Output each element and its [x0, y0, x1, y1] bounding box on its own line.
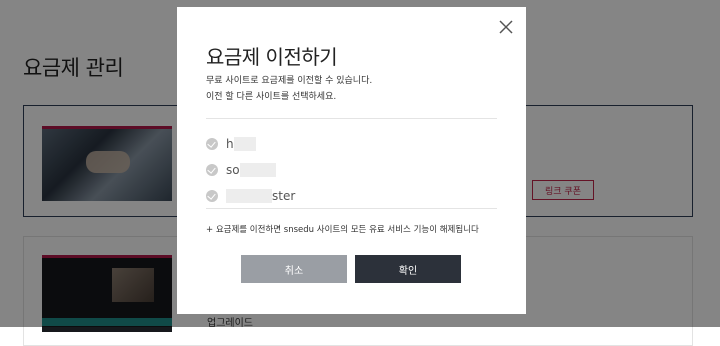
redacted-text — [226, 189, 272, 203]
redacted-text — [233, 137, 256, 151]
modal-description: 무료 사이트로 요금제를 이전할 수 있습니다. 이전 할 다른 사이트를 선택… — [206, 73, 372, 105]
check-circle-icon — [206, 190, 218, 202]
modal-title: 요금제 이전하기 — [206, 45, 338, 69]
divider — [206, 118, 497, 119]
divider — [206, 208, 497, 209]
site-option-label: so — [226, 163, 240, 177]
site-option[interactable]: so — [206, 157, 295, 183]
transfer-notice: + 요금제를 이전하면 snsedu 사이트의 모든 유료 서비스 기능이 해제… — [206, 225, 479, 235]
check-circle-icon — [206, 164, 218, 176]
site-option[interactable]: ster — [206, 183, 295, 209]
site-option-label: ster — [272, 189, 296, 203]
confirm-button[interactable]: 확인 — [355, 255, 461, 283]
transfer-plan-modal: 요금제 이전하기 무료 사이트로 요금제를 이전할 수 있습니다. 이전 할 다… — [177, 7, 526, 314]
close-icon[interactable] — [498, 19, 514, 35]
site-option-label: h — [226, 137, 234, 151]
site-list: h so ster — [206, 131, 295, 209]
description-line: 이전 할 다른 사이트를 선택하세요. — [206, 92, 337, 102]
redacted-text — [239, 163, 276, 177]
cancel-button[interactable]: 취소 — [241, 255, 347, 283]
description-line: 무료 사이트로 요금제를 이전할 수 있습니다. — [206, 76, 373, 86]
check-circle-icon — [206, 138, 218, 150]
site-option[interactable]: h — [206, 131, 295, 157]
